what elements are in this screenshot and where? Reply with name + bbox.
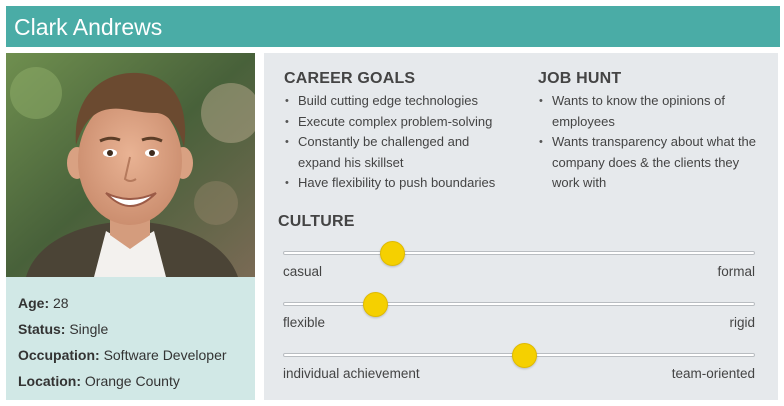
portrait-image <box>6 53 255 277</box>
list-item: Wants to know the opinions of employees <box>538 91 758 132</box>
career-goals-title: CAREER GOALS <box>284 70 416 87</box>
slider-track[interactable] <box>283 302 755 306</box>
info-occupation: Occupation: Software Developer <box>18 342 255 368</box>
info-status: Status: Single <box>18 316 255 342</box>
persona-photo <box>6 53 255 277</box>
status-value: Single <box>69 321 109 337</box>
slider-left-label: flexible <box>283 315 326 330</box>
info-age: Age: 28 <box>18 290 255 316</box>
culture-title: CULTURE <box>278 213 355 230</box>
age-label: Age: <box>18 295 50 311</box>
list-item: Execute complex problem-solving <box>284 112 524 133</box>
culture-slider-flexible-rigid[interactable]: flexible rigid <box>283 292 755 334</box>
job-hunt-title: JOB HUNT <box>538 70 622 87</box>
slider-left-label: casual <box>283 264 323 279</box>
occupation-value: Software Developer <box>103 347 227 363</box>
occupation-label: Occupation: <box>18 347 100 363</box>
persona-name: Clark Andrews <box>14 14 163 40</box>
list-item: Have flexibility to push boundaries <box>284 173 524 194</box>
info-location: Location: Orange County <box>18 368 255 394</box>
status-label: Status: <box>18 321 66 337</box>
location-value: Orange County <box>84 373 180 389</box>
slider-right-label: formal <box>717 264 755 279</box>
slider-knob[interactable] <box>379 241 405 266</box>
job-hunt-list: Wants to know the opinions of employees … <box>538 91 758 194</box>
slider-knob[interactable] <box>511 343 537 368</box>
list-item: Build cutting edge technologies <box>284 91 524 112</box>
slider-knob[interactable] <box>363 292 389 317</box>
location-label: Location: <box>18 373 81 389</box>
slider-left-label: individual achievement <box>283 366 420 381</box>
list-item: Constantly be challenged and expand his … <box>284 132 484 173</box>
persona-info-card: Age: 28 Status: Single Occupation: Softw… <box>6 277 255 400</box>
career-goals-list: Build cutting edge technologies Execute … <box>284 91 524 194</box>
slider-right-label: rigid <box>729 315 755 330</box>
slider-track[interactable] <box>283 251 755 255</box>
list-item: Wants transparency about what the compan… <box>538 132 758 194</box>
persona-header: Clark Andrews <box>6 6 780 47</box>
culture-slider-casual-formal[interactable]: casual formal <box>283 241 755 283</box>
persona-details-panel: CAREER GOALS Build cutting edge technolo… <box>264 53 778 400</box>
age-value: 28 <box>53 295 69 311</box>
slider-right-label: team-oriented <box>671 366 755 381</box>
culture-slider-individual-team[interactable]: individual achievement team-oriented <box>283 343 755 385</box>
